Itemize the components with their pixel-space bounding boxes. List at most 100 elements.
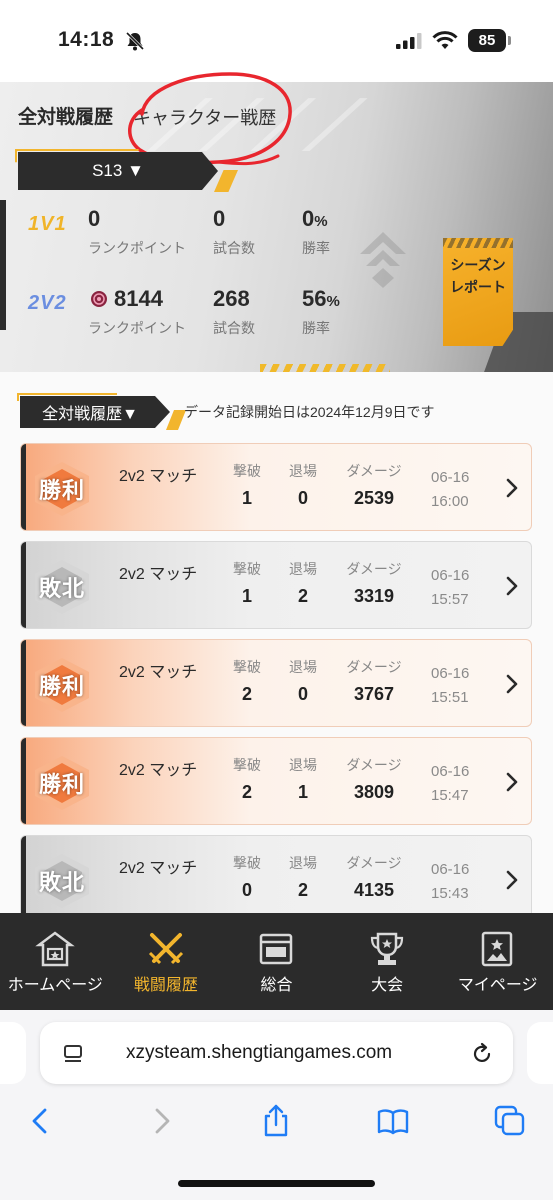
- season-report-label: シーズンレポート: [450, 257, 506, 295]
- page-menu-icon[interactable]: [62, 1043, 84, 1065]
- home-icon: [35, 931, 75, 967]
- match-card[interactable]: 勝利 2v2 マッチ 撃破 退場 ダメージ 1 0 2539 06-16 16:00: [20, 443, 532, 531]
- nav-mypage[interactable]: マイページ: [442, 913, 553, 1010]
- exits-label: 退場: [289, 659, 317, 675]
- chevron-right-icon[interactable]: [505, 772, 519, 792]
- match-card[interactable]: 勝利 2v2 マッチ 撃破 退場 ダメージ 2 0 3767 06-16 15:51: [20, 639, 532, 727]
- status-time: 14:18: [58, 28, 115, 51]
- nav-tournament-label: 大会: [371, 977, 404, 994]
- matches-2v2: 268: [213, 286, 250, 311]
- win-rate-label: 勝率: [302, 240, 330, 256]
- url-text[interactable]: xzysteam.shengtiangames.com: [126, 1042, 392, 1064]
- chevron-right-icon[interactable]: [505, 576, 519, 596]
- match-date: 06-16: [431, 665, 470, 682]
- match-time: 15:57: [431, 591, 469, 608]
- kills-label: 撃破: [233, 757, 261, 773]
- crossed-swords-icon: [148, 933, 183, 965]
- nav-summary-label: 総合: [260, 977, 293, 994]
- match-datetime: 06-16 15:57: [431, 564, 469, 612]
- damage-value: 3319: [353, 586, 395, 606]
- damage-value: 3767: [353, 684, 395, 704]
- match-mode: 2v2 マッチ: [119, 860, 198, 877]
- match-time: 15:47: [431, 787, 469, 804]
- mode-2v2-label: 2V2: [28, 292, 67, 314]
- matches-label: 試合数: [213, 320, 255, 336]
- rank-points-label: ランクポイント: [88, 320, 186, 336]
- match-date: 06-16: [431, 567, 470, 584]
- bookmarks-icon[interactable]: [376, 1104, 410, 1138]
- emblem-watermark-icon: [360, 232, 406, 288]
- nav-tournament[interactable]: 大会: [332, 913, 443, 1010]
- season-report-button[interactable]: シーズンレポート: [443, 238, 513, 346]
- next-tab-peek[interactable]: [527, 1022, 553, 1084]
- win-rate-value: 0: [302, 206, 315, 231]
- kills-label: 撃破: [233, 463, 261, 479]
- mode-1v1-label: 1V1: [28, 213, 67, 235]
- matches-label: 試合数: [213, 240, 255, 256]
- exits-label: 退場: [289, 463, 317, 479]
- tabs-icon[interactable]: [493, 1104, 527, 1138]
- match-result: 勝利: [38, 478, 85, 503]
- win-rate-unit: %: [314, 213, 328, 230]
- match-date: 06-16: [431, 469, 470, 486]
- forward-icon[interactable]: [144, 1104, 178, 1138]
- win-rate-2v2: 56%: [302, 286, 340, 312]
- match-mode: 2v2 マッチ: [119, 468, 198, 485]
- nav-summary[interactable]: 総合: [221, 913, 332, 1010]
- match-result: 敗北: [38, 576, 85, 601]
- rank-points-2v2: 8144: [114, 286, 163, 311]
- exits-label: 退場: [289, 561, 317, 577]
- win-rate-label: 勝率: [302, 320, 330, 336]
- rank-points-label: ランクポイント: [88, 240, 186, 256]
- match-date: 06-16: [431, 861, 470, 878]
- damage-label: ダメージ: [346, 561, 402, 577]
- kills-value: 1: [241, 488, 252, 508]
- chevron-right-icon[interactable]: [505, 478, 519, 498]
- kills-value: 2: [241, 782, 252, 802]
- match-mode: 2v2 マッチ: [119, 762, 198, 779]
- match-card[interactable]: 敗北 2v2 マッチ 撃破 退場 ダメージ 1 2 3319 06-16 15:57: [20, 541, 532, 629]
- win-rate-value: 56: [302, 286, 327, 311]
- damage-label: ダメージ: [346, 855, 402, 871]
- exits-value: 1: [297, 782, 308, 802]
- share-icon[interactable]: [259, 1104, 293, 1138]
- tab-all-history[interactable]: 全対戦履歴: [18, 102, 113, 129]
- match-result: 勝利: [38, 772, 85, 797]
- damage-label: ダメージ: [346, 757, 402, 773]
- exits-value: 0: [297, 488, 308, 508]
- nav-battle-history[interactable]: 戦闘履歴: [111, 913, 222, 1010]
- match-time: 15:51: [431, 689, 469, 706]
- season-report-hatch: [443, 238, 513, 248]
- damage-label: ダメージ: [346, 463, 402, 479]
- chevron-right-icon[interactable]: [505, 870, 519, 890]
- kills-value: 1: [241, 586, 252, 606]
- match-datetime: 06-16 15:43: [431, 858, 469, 906]
- season-label: S13 ▼: [92, 161, 144, 180]
- match-result: 敗北: [38, 870, 85, 895]
- reload-icon[interactable]: [470, 1042, 494, 1066]
- match-card[interactable]: 敗北 2v2 マッチ 撃破 退場 ダメージ 0 2 4135 06-16 15:43: [20, 835, 532, 923]
- card-left-bar: [21, 542, 26, 628]
- card-left-bar: [21, 738, 26, 824]
- chevron-right-icon[interactable]: [505, 674, 519, 694]
- profile-card-icon: [482, 931, 513, 967]
- rank-points-1v1: 0: [88, 206, 101, 231]
- previous-tab-peek[interactable]: [0, 1022, 26, 1084]
- match-date: 06-16: [431, 763, 470, 780]
- match-datetime: 06-16 15:47: [431, 760, 469, 808]
- match-card[interactable]: 勝利 2v2 マッチ 撃破 退場 ダメージ 2 1 3809 06-16 15:47: [20, 737, 532, 825]
- win-rate-unit: %: [326, 293, 340, 310]
- filter-label: 全対戦履歴▼: [42, 406, 138, 423]
- season-selector[interactable]: S13 ▼: [15, 149, 238, 192]
- damage-label: ダメージ: [346, 659, 402, 675]
- summary-icon: [259, 933, 293, 965]
- card-left-bar: [21, 836, 26, 922]
- match-mode: 2v2 マッチ: [119, 566, 198, 583]
- card-left-bar: [21, 444, 26, 530]
- history-filter-dropdown[interactable]: 全対戦履歴▼: [17, 393, 186, 430]
- match-result: 勝利: [38, 674, 85, 699]
- match-mode: 2v2 マッチ: [119, 664, 198, 681]
- back-icon[interactable]: [24, 1104, 58, 1138]
- nav-home[interactable]: ホームページ: [0, 913, 111, 1010]
- damage-value: 3809: [353, 782, 395, 802]
